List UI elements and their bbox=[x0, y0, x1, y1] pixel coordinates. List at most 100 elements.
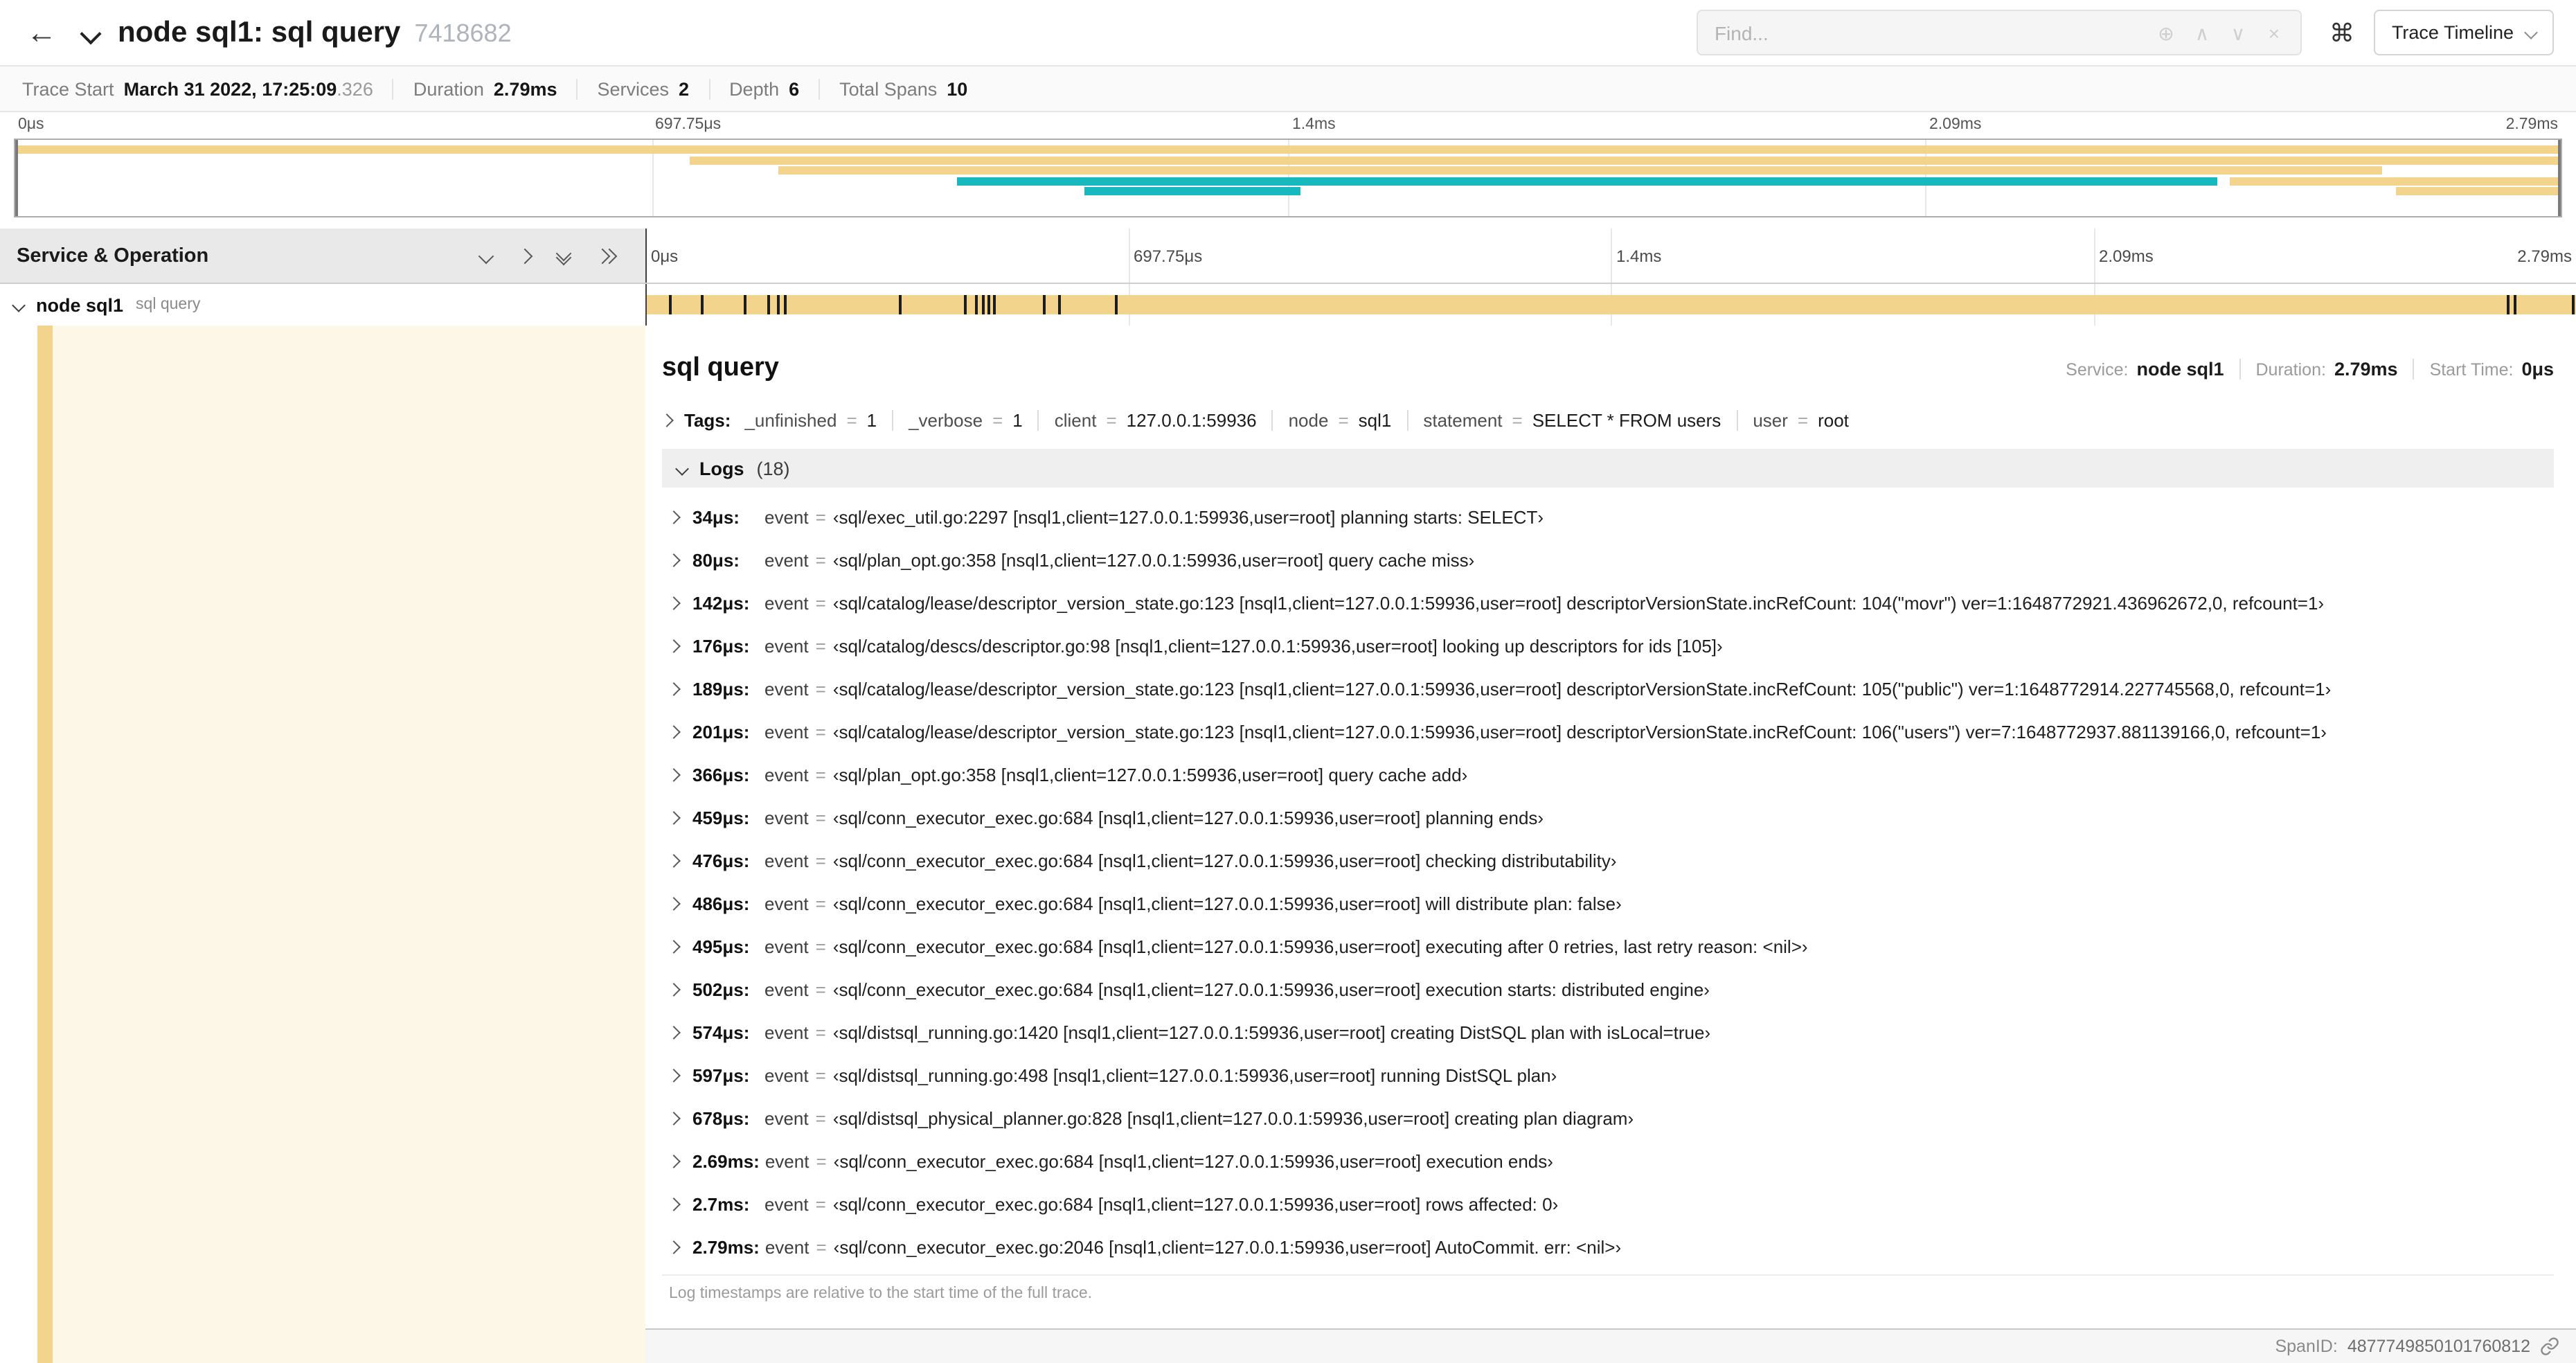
expand-all-icon[interactable] bbox=[594, 247, 618, 264]
log-row[interactable]: 2.7ms: event = ‹sql/conn_executor_exec.go:6… bbox=[662, 1183, 2554, 1226]
gridline bbox=[1611, 229, 1612, 283]
equals-icon: = bbox=[1338, 410, 1349, 431]
log-row[interactable]: 142μs: event = ‹sql/catalog/lease/descripto… bbox=[662, 582, 2554, 625]
log-field-key: event bbox=[764, 979, 809, 1000]
log-row[interactable]: 201μs: event = ‹sql/catalog/lease/descripto… bbox=[662, 711, 2554, 754]
add-search-icon[interactable]: ⊕ bbox=[2148, 23, 2184, 42]
trace-id: 7418682 bbox=[414, 19, 512, 46]
tags-row[interactable]: Tags: _unfinished = 1 _verbose = 1 client = 127.… bbox=[660, 410, 2554, 431]
equals-icon: = bbox=[815, 550, 826, 571]
log-field-key: event bbox=[764, 722, 809, 742]
log-row[interactable]: 476μs: event = ‹sql/conn_executor_exec.go:6… bbox=[662, 839, 2554, 882]
detail-meta-value: 2.79ms bbox=[2334, 359, 2398, 380]
copy-link-icon[interactable] bbox=[2540, 1337, 2559, 1356]
log-row[interactable]: 495μs: event = ‹sql/conn_executor_exec.go:6… bbox=[662, 925, 2554, 968]
clear-search-icon[interactable]: × bbox=[2256, 23, 2292, 42]
chevron-right-icon bbox=[667, 1197, 681, 1211]
log-field-key: event bbox=[764, 1022, 809, 1043]
equals-icon: = bbox=[815, 1194, 826, 1215]
log-row[interactable]: 574μs: event = ‹sql/distsql_running.go:1420… bbox=[662, 1011, 2554, 1054]
equals-icon: = bbox=[815, 1065, 826, 1086]
log-timestamp: 502μs: bbox=[692, 979, 750, 1000]
expand-one-icon[interactable] bbox=[517, 247, 533, 264]
collapse-all-icon[interactable] bbox=[555, 245, 572, 266]
log-timestamp: 574μs: bbox=[692, 1022, 750, 1043]
next-result-icon[interactable]: ∨ bbox=[2220, 23, 2256, 42]
tick-label: 697.75μs bbox=[1134, 247, 1203, 266]
collapse-one-icon[interactable] bbox=[478, 247, 494, 264]
service-operation-label: Service & Operation bbox=[17, 244, 209, 267]
span-collapse-icon[interactable] bbox=[12, 298, 26, 312]
keyboard-shortcuts-button[interactable]: ⌘ bbox=[2329, 20, 2354, 45]
back-button[interactable]: ← bbox=[22, 17, 61, 48]
log-field-value: ‹sql/catalog/descs/descriptor.go:98 [nsq… bbox=[832, 636, 1723, 657]
log-timestamp: 486μs: bbox=[692, 893, 750, 914]
logs-list: 34μs: event = ‹sql/exec_util.go:2297 [nsql1… bbox=[662, 496, 2554, 1269]
minimap-scrubber-left[interactable] bbox=[15, 140, 18, 216]
log-field-key: event bbox=[764, 1237, 810, 1258]
log-row[interactable]: 459μs: event = ‹sql/conn_executor_exec.go:6… bbox=[662, 796, 2554, 839]
prev-result-icon[interactable]: ∧ bbox=[2184, 23, 2220, 42]
log-row[interactable]: 2.79ms: event = ‹sql/conn_executor_exec.go:… bbox=[662, 1226, 2554, 1269]
tag-key: _verbose bbox=[909, 410, 983, 431]
find-input[interactable] bbox=[1697, 11, 2148, 54]
equals-icon: = bbox=[815, 679, 826, 700]
log-timestamp: 366μs: bbox=[692, 765, 750, 785]
tag-value: 127.0.0.1:59936 bbox=[1126, 410, 1257, 431]
logs-header[interactable]: Logs (18) bbox=[662, 449, 2554, 488]
log-marker bbox=[1114, 295, 1118, 314]
command-icon: ⌘ bbox=[2329, 19, 2354, 46]
span-row[interactable]: node sql1 sql query bbox=[0, 284, 2576, 326]
log-row[interactable]: 597μs: event = ‹sql/distsql_running.go:498 … bbox=[662, 1054, 2554, 1097]
find-bar: ⊕ ∧ ∨ × bbox=[1696, 10, 2302, 55]
equals-icon: = bbox=[815, 636, 826, 657]
span-name-column[interactable]: node sql1 sql query bbox=[0, 284, 645, 326]
left-gutter bbox=[0, 326, 37, 1363]
tag: user = root bbox=[1737, 410, 1864, 431]
log-row[interactable]: 2.69ms: event = ‹sql/conn_executor_exec.go:… bbox=[662, 1140, 2554, 1183]
log-row[interactable]: 34μs: event = ‹sql/exec_util.go:2297 [nsql1… bbox=[662, 496, 2554, 539]
equals-icon: = bbox=[815, 850, 826, 871]
log-field-value: ‹sql/distsql_running.go:498 [nsql1,clien… bbox=[832, 1065, 1557, 1086]
page-title: node sql1: sql query 7418682 bbox=[118, 16, 512, 49]
log-marker bbox=[981, 295, 985, 314]
log-row[interactable]: 80μs: event = ‹sql/plan_opt.go:358 [nsql1,c… bbox=[662, 539, 2554, 582]
summary-label: Services bbox=[597, 78, 670, 99]
minimap-scrubber-right[interactable] bbox=[2558, 140, 2561, 216]
log-row[interactable]: 486μs: event = ‹sql/conn_executor_exec.go:6… bbox=[662, 882, 2554, 925]
minimap-labels: 0μs 697.75μs 1.4ms 2.09ms 2.79ms bbox=[14, 116, 2562, 139]
log-marker bbox=[776, 295, 780, 314]
log-row[interactable]: 189μs: event = ‹sql/catalog/lease/descripto… bbox=[662, 668, 2554, 711]
chevron-right-icon bbox=[667, 940, 681, 954]
span-duration-bar[interactable] bbox=[645, 295, 2576, 314]
equals-icon: = bbox=[1797, 410, 1809, 431]
log-row[interactable]: 678μs: event = ‹sql/distsql_physical_planne… bbox=[662, 1097, 2554, 1140]
logs-count: (18) bbox=[756, 458, 790, 479]
tick-label: 2.79ms bbox=[2505, 116, 2558, 133]
trace-view-selector[interactable]: Trace Timeline bbox=[2373, 10, 2554, 55]
log-marker bbox=[668, 295, 672, 314]
log-timestamp: 189μs: bbox=[692, 679, 750, 700]
trace-name: node sql1: sql query bbox=[118, 16, 401, 48]
minimap-canvas[interactable] bbox=[14, 139, 2562, 217]
log-row[interactable]: 502μs: event = ‹sql/conn_executor_exec.go:6… bbox=[662, 968, 2554, 1011]
log-field-value: ‹sql/conn_executor_exec.go:2046 [nsql1,c… bbox=[833, 1237, 1622, 1258]
log-row[interactable]: 366μs: event = ‹sql/plan_opt.go:358 [nsql1,… bbox=[662, 754, 2554, 796]
span-id-label: SpanID: bbox=[2275, 1337, 2338, 1356]
span-timeline[interactable] bbox=[645, 284, 2576, 326]
log-field-value: ‹sql/conn_executor_exec.go:684 [nsql1,cl… bbox=[832, 1194, 1559, 1215]
collapse-trace-chevron-icon[interactable] bbox=[80, 23, 102, 45]
equals-icon: = bbox=[816, 1237, 827, 1258]
equals-icon: = bbox=[1106, 410, 1117, 431]
log-field-value: ‹sql/conn_executor_exec.go:684 [nsql1,cl… bbox=[832, 808, 1544, 828]
top-bar: ← node sql1: sql query 7418682 ⊕ ∧ ∨ × ⌘… bbox=[0, 0, 2576, 66]
log-timestamp: 201μs: bbox=[692, 722, 750, 742]
equals-icon: = bbox=[815, 808, 826, 828]
chevron-right-icon bbox=[667, 725, 681, 739]
log-field-key: event bbox=[764, 1108, 809, 1129]
tag-value: root bbox=[1818, 410, 1849, 431]
log-row[interactable]: 176μs: event = ‹sql/catalog/descs/descripto… bbox=[662, 625, 2554, 668]
chevron-right-icon bbox=[667, 682, 681, 696]
equals-icon: = bbox=[1512, 410, 1523, 431]
tag-value: 1 bbox=[1012, 410, 1023, 431]
